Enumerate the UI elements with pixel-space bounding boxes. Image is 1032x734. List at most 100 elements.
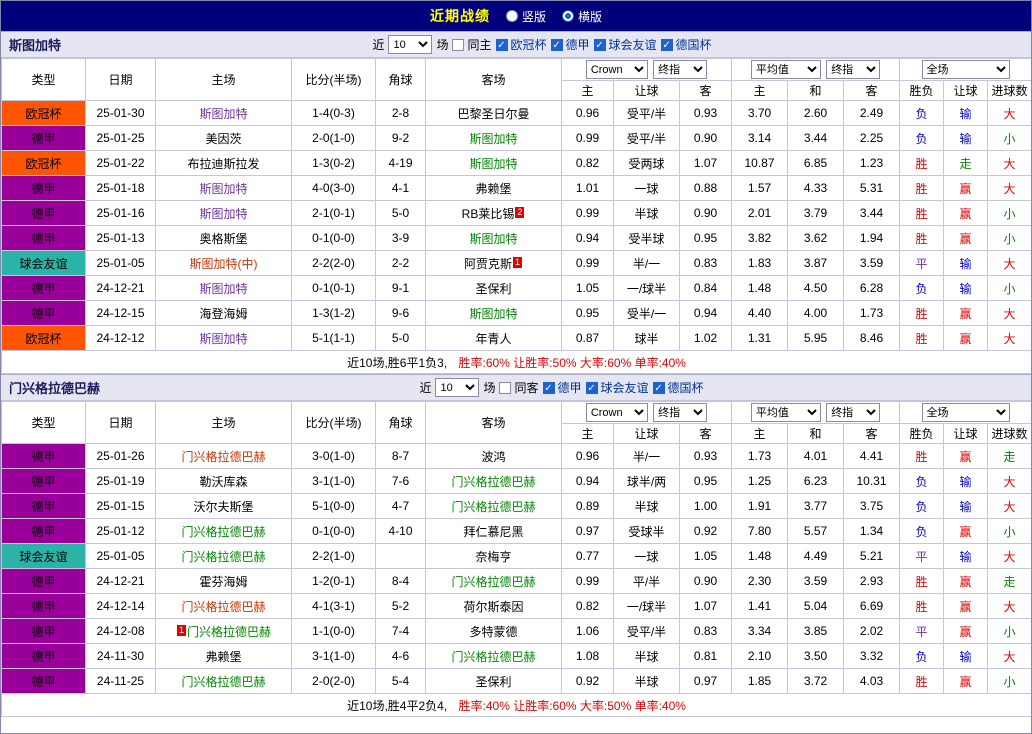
fulltime-select[interactable]: 全场 (921, 403, 1010, 422)
score: 4-1(3-1) (291, 593, 376, 619)
home-team: 门兴格拉德巴赫 (155, 668, 292, 694)
corners: 3-9 (375, 225, 426, 251)
fulltime-group-header: 全场 (899, 58, 1031, 81)
same-venue-checkbox[interactable]: 同客 (499, 379, 539, 396)
card-badge: 1 (513, 256, 523, 268)
games-count-select[interactable]: 10 (435, 378, 480, 397)
handicap-away-water: 1.02 (679, 325, 732, 351)
average-select[interactable]: 平均值 (750, 60, 821, 79)
col-header-away: 客场 (425, 401, 562, 444)
score: 2-1(0-1) (291, 200, 376, 226)
league-checkbox-friendly[interactable]: ✓ 球会友谊 (585, 379, 649, 396)
odds-final-select[interactable]: 终指 (653, 403, 708, 422)
col-header-score: 比分(半场) (291, 58, 376, 101)
result-handicap: 赢 (943, 518, 989, 544)
avg-draw-odds: 3.59 (787, 568, 844, 594)
handicap-odds-group-header: Crown 终指 (561, 401, 732, 424)
avg-away-odds: 4.03 (842, 668, 901, 694)
average-select[interactable]: 平均值 (750, 403, 821, 422)
odds-company-select[interactable]: Crown (585, 403, 648, 422)
league-type-badge: 德甲 (1, 125, 86, 151)
home-team: 斯图加特(中) (155, 250, 292, 276)
league-checkbox-bundesliga[interactable]: ✓ 德甲 (542, 379, 582, 396)
away-team: 斯图加特 (425, 300, 562, 326)
odds-final-select[interactable]: 终指 (653, 60, 708, 79)
handicap-home-water: 1.06 (561, 618, 614, 644)
result-goals: 大 (987, 593, 1031, 619)
handicap-home-water: 0.94 (561, 468, 614, 494)
subcol-handicap-home: 主 (561, 80, 614, 101)
match-row: 德甲 25-01-25 美因茨 2-0(1-0) 9-2 斯图加特 0.99 受平/半 0.90… (1, 125, 1031, 151)
home-team: 1 门兴格拉德巴赫 (155, 618, 292, 644)
result-goals: 小 (987, 668, 1031, 694)
result-handicap: 赢 (943, 225, 989, 251)
same-venue-checkbox[interactable]: 同主 (452, 36, 492, 53)
league-checkbox-ucl[interactable]: ✓ 欧冠杯 (495, 36, 547, 53)
average-odds-group-header: 平均值 终指 (730, 58, 901, 81)
avg-home-odds: 2.10 (731, 643, 788, 669)
avg-away-odds: 3.44 (842, 200, 901, 226)
home-team: 美因茨 (155, 125, 292, 151)
result-goals: 大 (987, 150, 1031, 176)
league-checkbox-bundesliga[interactable]: ✓ 德甲 (550, 36, 590, 53)
layout-radio-vertical[interactable]: 竖版 (505, 8, 546, 25)
corners: 5-2 (375, 593, 426, 619)
home-team: 门兴格拉德巴赫 (155, 518, 292, 544)
handicap-away-water: 0.90 (679, 568, 732, 594)
col-header-date: 日期 (85, 58, 156, 101)
result-wdl: 胜 (899, 568, 945, 594)
handicap-away-water: 0.90 (679, 200, 732, 226)
radio-unchecked-icon[interactable] (505, 10, 518, 22)
corners: 4-1 (375, 175, 426, 201)
league-checkbox-friendly[interactable]: ✓ 球会友谊 (593, 36, 657, 53)
result-wdl: 负 (899, 275, 945, 301)
corners: 9-2 (375, 125, 426, 151)
fulltime-select[interactable]: 全场 (921, 60, 1010, 79)
corners: 2-2 (375, 250, 426, 276)
avg-draw-odds: 4.00 (787, 300, 844, 326)
avg-home-odds: 3.70 (731, 100, 788, 126)
league-type-badge: 德甲 (1, 175, 86, 201)
filter-bar: 近 10 场 同主 ✓ 欧冠杯 ✓ 德甲 ✓ 球会友谊 ✓ 德国杯 (372, 35, 712, 54)
average-final-select[interactable]: 终指 (826, 60, 881, 79)
match-date: 25-01-18 (85, 175, 156, 201)
avg-away-odds: 1.23 (842, 150, 901, 176)
avg-draw-odds: 3.85 (787, 618, 844, 644)
checkbox-unchecked-icon (499, 381, 512, 394)
result-handicap: 输 (943, 100, 989, 126)
handicap-home-water: 1.01 (561, 175, 614, 201)
result-goals: 小 (987, 275, 1031, 301)
league-type-badge: 德甲 (1, 668, 86, 694)
handicap-home-water: 0.94 (561, 225, 614, 251)
avg-away-odds: 4.41 (842, 443, 901, 469)
near-label: 近 (372, 38, 385, 52)
avg-draw-odds: 3.72 (787, 668, 844, 694)
match-date: 24-12-14 (85, 593, 156, 619)
radio-checked-icon[interactable] (562, 10, 574, 22)
avg-home-odds: 1.48 (731, 543, 788, 569)
page-title: 近期战绩 (429, 8, 490, 24)
team-section-stuttgart: 斯图加特 近 10 场 同主 ✓ 欧冠杯 ✓ 德甲 ✓ 球会友谊 ✓ 德国杯 类… (1, 31, 1031, 374)
away-team: 门兴格拉德巴赫 (425, 493, 562, 519)
layout-radio-horizontal[interactable]: 横版 (562, 8, 602, 25)
result-goals: 小 (987, 200, 1031, 226)
league-checkbox-pokal[interactable]: ✓ 德国杯 (660, 36, 712, 53)
summary-bar: 近10场,胜4平2负4, 胜率:40% 让胜率:60% 大率:50% 单率:40… (1, 693, 1031, 717)
avg-draw-odds: 6.23 (787, 468, 844, 494)
filter-bar: 近 10 场 同客 ✓ 德甲 ✓ 球会友谊 ✓ 德国杯 (419, 378, 704, 397)
avg-home-odds: 3.82 (731, 225, 788, 251)
result-goals: 走 (987, 568, 1031, 594)
match-date: 25-01-16 (85, 200, 156, 226)
avg-away-odds: 3.59 (842, 250, 901, 276)
league-type-badge: 欧冠杯 (1, 150, 86, 176)
match-date: 25-01-22 (85, 150, 156, 176)
subcol-avg-home: 主 (731, 423, 788, 444)
average-final-select[interactable]: 终指 (826, 403, 881, 422)
away-team: 门兴格拉德巴赫 (425, 568, 562, 594)
games-count-select[interactable]: 10 (388, 35, 433, 54)
fulltime-group-header: 全场 (899, 401, 1031, 424)
odds-company-select[interactable]: Crown (585, 60, 648, 79)
league-checkbox-pokal[interactable]: ✓ 德国杯 (652, 379, 704, 396)
handicap-away-water: 0.92 (679, 518, 732, 544)
match-date: 24-12-12 (85, 325, 156, 351)
